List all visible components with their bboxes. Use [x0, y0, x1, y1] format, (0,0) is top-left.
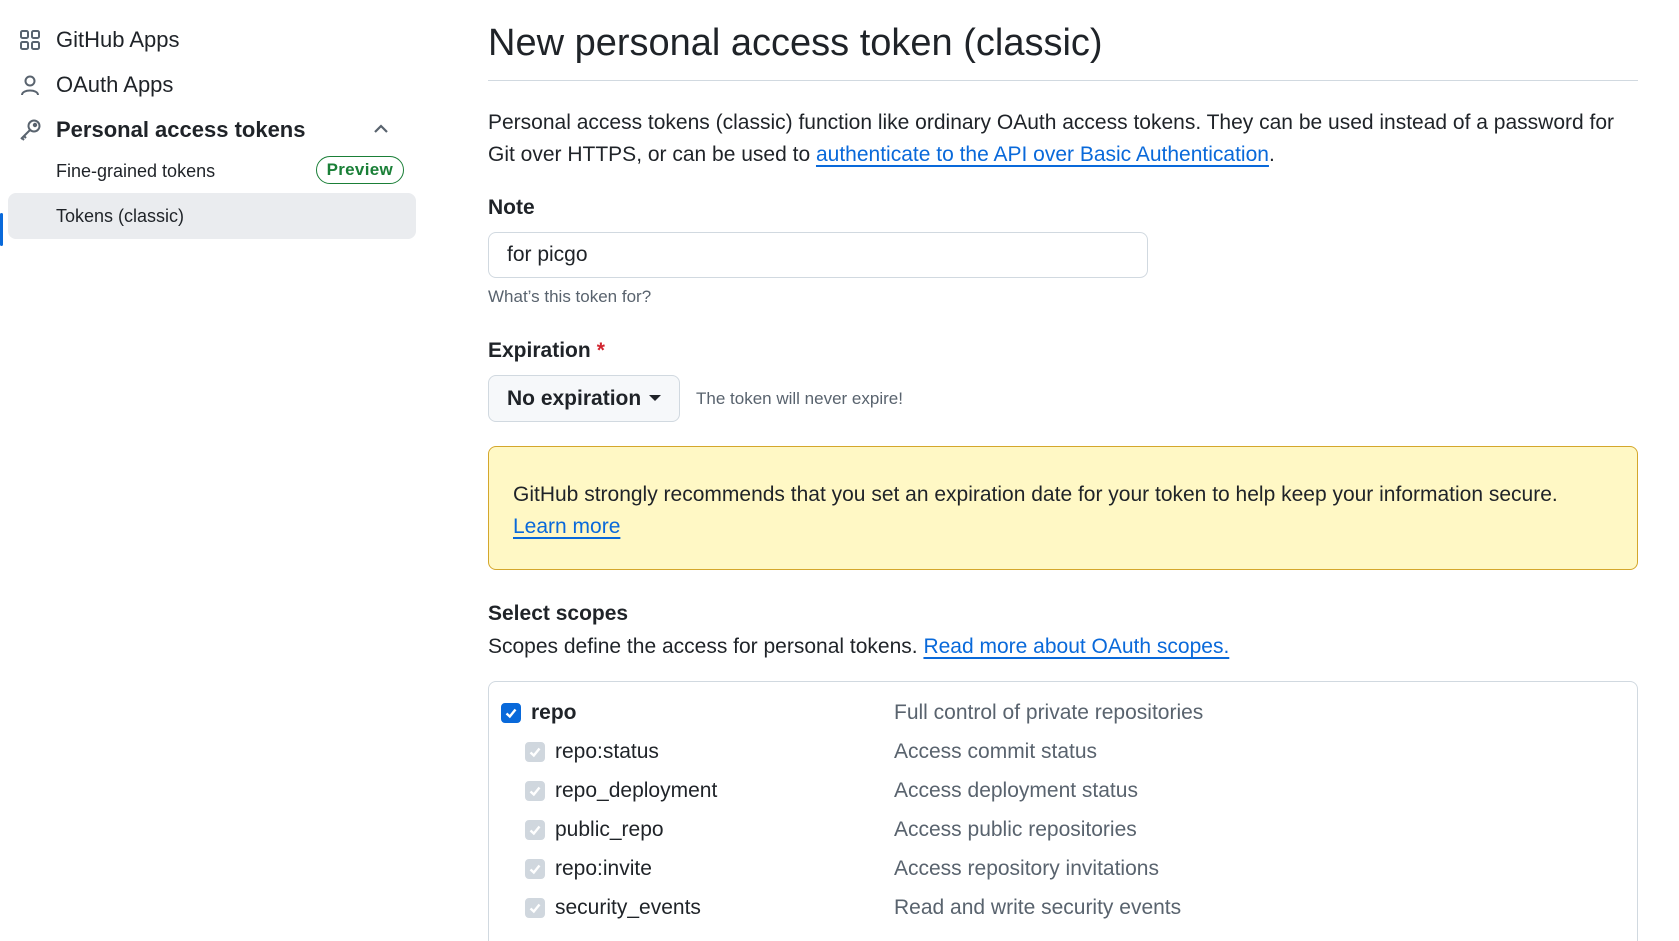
page: GitHub Apps OAuth Apps Personal access t…	[0, 0, 1679, 941]
page-title: New personal access token (classic)	[488, 22, 1103, 64]
scope-checkbox-disabled	[525, 859, 545, 879]
note-label: Note	[488, 196, 535, 219]
scopes-list: repo Full control of private repositories…	[488, 681, 1638, 941]
scope-name: security_events	[555, 896, 701, 919]
sidebar-item-label: Personal access tokens	[56, 117, 306, 142]
sidebar-item-label: GitHub Apps	[56, 27, 180, 52]
scopes-title: Select scopes	[488, 602, 629, 625]
scope-row: repo_deployment Access deployment status	[489, 772, 1637, 810]
sidebar-item-github-apps[interactable]: GitHub Apps	[18, 20, 418, 60]
scope-name: repo:status	[555, 740, 659, 763]
scope-description: Access deployment status	[894, 779, 1138, 802]
scope-name: public_repo	[555, 818, 664, 841]
main-content: New personal access token (classic) Pers…	[488, 0, 1638, 941]
scope-row: repo:status Access commit status	[489, 733, 1637, 771]
oauth-scopes-link[interactable]: Read more about OAuth scopes.	[923, 635, 1229, 658]
required-mark: *	[596, 339, 605, 362]
chevron-up-icon[interactable]	[370, 118, 394, 142]
scope-row: public_repo Access public repositories	[489, 811, 1637, 849]
intro-paragraph: Personal access tokens (classic) functio…	[488, 107, 1638, 171]
expiration-label-text: Expiration	[488, 339, 591, 362]
scopes-desc-text: Scopes define the access for personal to…	[488, 635, 918, 658]
scope-description: Full control of private repositories	[894, 701, 1204, 724]
sidebar-item-label: Tokens (classic)	[56, 205, 185, 226]
expiration-select[interactable]: No expiration	[488, 375, 680, 422]
scope-description: Access commit status	[894, 740, 1098, 763]
scope-checkbox-disabled	[525, 898, 545, 918]
scope-description: Read and write security events	[894, 896, 1182, 919]
sidebar-item-label: OAuth Apps	[56, 72, 174, 97]
scope-description: Access public repositories	[894, 818, 1137, 841]
sidebar: GitHub Apps OAuth Apps Personal access t…	[0, 0, 420, 941]
scope-name: repo_deployment	[555, 779, 718, 802]
expiration-note: The token will never expire!	[696, 389, 903, 408]
warning-text: GitHub strongly recommends that you set …	[513, 483, 1558, 506]
scope-name: repo	[531, 701, 577, 724]
sidebar-item-label: Fine-grained tokens	[56, 160, 216, 181]
note-input[interactable]	[488, 232, 1148, 278]
expiration-select-value: No expiration	[507, 386, 642, 410]
person-icon	[18, 73, 42, 97]
scope-checkbox-disabled	[525, 820, 545, 840]
divider	[488, 80, 1638, 81]
intro-end: .	[1268, 143, 1275, 166]
scope-checkbox[interactable]	[501, 703, 521, 723]
preview-badge: Preview	[315, 156, 404, 184]
note-help-text: What’s this token for?	[488, 287, 652, 306]
scopes-description: Scopes define the access for personal to…	[488, 635, 1229, 659]
sidebar-item-fine-grained-tokens[interactable]: Fine-grained tokens Preview	[8, 148, 416, 194]
expiration-label: Expiration *	[488, 339, 605, 363]
sidebar-item-tokens-classic[interactable]: Tokens (classic)	[8, 193, 416, 239]
scope-row: repo Full control of private repositories	[489, 694, 1637, 732]
caret-down-icon	[649, 395, 661, 401]
scope-checkbox-disabled	[525, 742, 545, 762]
warning-banner: GitHub strongly recommends that you set …	[488, 446, 1638, 570]
apps-grid-icon	[18, 28, 42, 52]
key-icon	[18, 118, 42, 142]
scope-description: Access repository invitations	[894, 857, 1159, 880]
sidebar-item-oauth-apps[interactable]: OAuth Apps	[18, 65, 418, 105]
scope-row: security_events Read and write security e…	[489, 889, 1637, 927]
sidebar-item-personal-access-tokens[interactable]: Personal access tokens	[18, 110, 418, 150]
basic-auth-link[interactable]: authenticate to the API over Basic Authe…	[816, 143, 1269, 166]
scope-row: repo:invite Access repository invitations	[489, 850, 1637, 888]
learn-more-link[interactable]: Learn more	[513, 515, 620, 538]
scope-name: repo:invite	[555, 857, 652, 880]
scope-checkbox-disabled	[525, 781, 545, 801]
active-indicator	[0, 213, 3, 246]
